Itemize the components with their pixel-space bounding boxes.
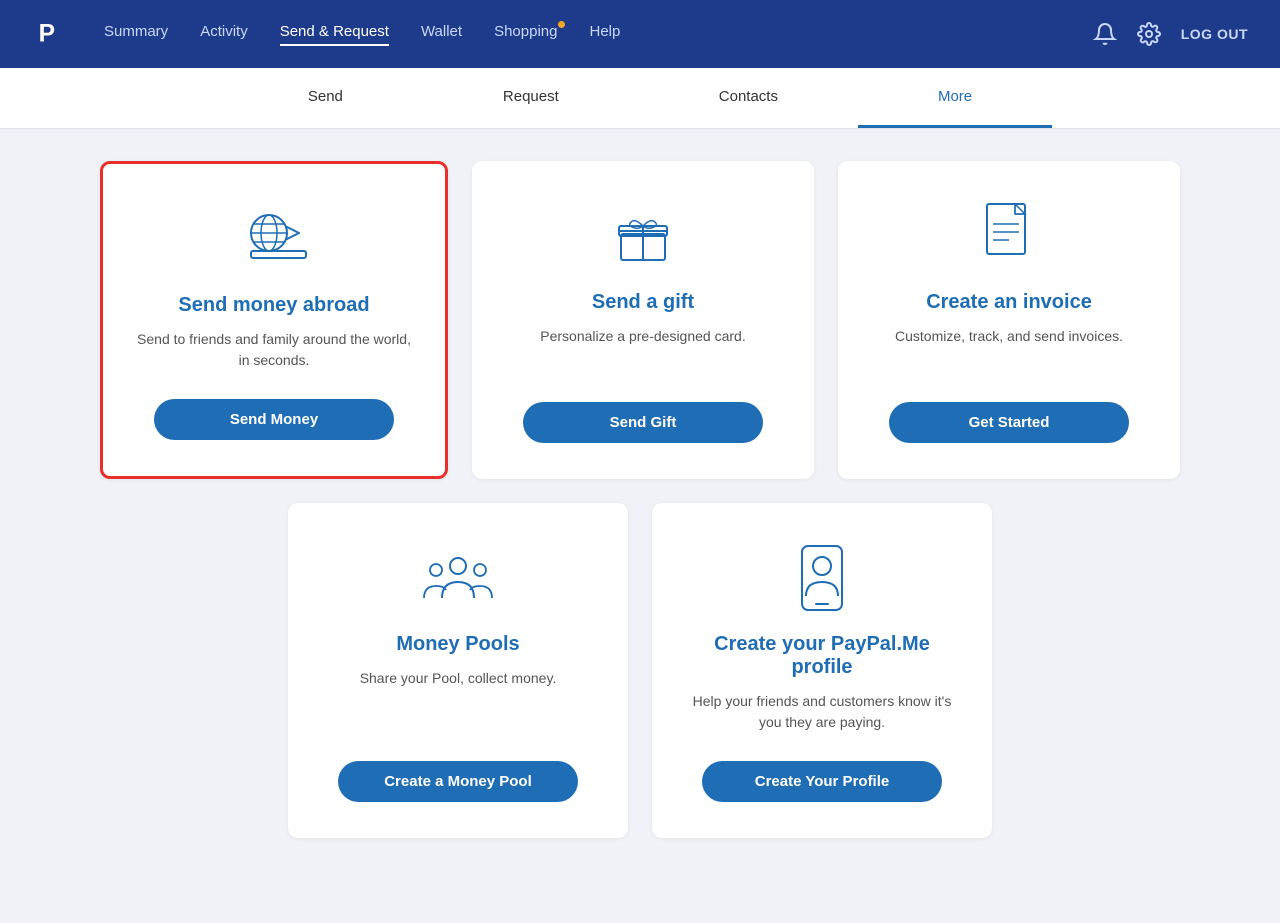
nav-help[interactable]: Help <box>589 23 620 46</box>
nav-summary[interactable]: Summary <box>104 23 168 46</box>
paypalme-icon <box>796 543 848 613</box>
cards-row-2: Money Pools Share your Pool, collect mon… <box>100 503 1180 838</box>
send-money-button[interactable]: Send Money <box>154 399 394 440</box>
top-navigation: P Summary Activity Send & Request Wallet… <box>0 0 1280 68</box>
create-invoice-icon <box>981 201 1037 271</box>
svg-text:P: P <box>39 20 55 47</box>
create-invoice-title: Create an invoice <box>926 291 1092 314</box>
send-gift-button[interactable]: Send Gift <box>523 402 763 443</box>
card-create-invoice: Create an invoice Customize, track, and … <box>838 161 1180 479</box>
nav-send-request[interactable]: Send & Request <box>280 23 389 46</box>
money-pools-title: Money Pools <box>396 633 519 656</box>
sub-nav-send[interactable]: Send <box>228 68 423 128</box>
nav-wallet[interactable]: Wallet <box>421 23 462 46</box>
card-send-gift: Send a gift Personalize a pre-designed c… <box>472 161 814 479</box>
send-money-abroad-icon <box>239 204 309 274</box>
nav-activity[interactable]: Activity <box>200 23 248 46</box>
send-gift-icon <box>611 201 675 271</box>
create-your-profile-button[interactable]: Create Your Profile <box>702 761 942 802</box>
money-pools-desc: Share your Pool, collect money. <box>360 668 557 733</box>
main-content: Send money abroad Send to friends and fa… <box>0 129 1280 923</box>
send-gift-desc: Personalize a pre-designed card. <box>540 326 745 374</box>
logout-button[interactable]: LOG OUT <box>1181 26 1248 42</box>
send-gift-title: Send a gift <box>592 291 694 314</box>
nav-right-controls: LOG OUT <box>1093 22 1248 46</box>
sub-nav-contacts[interactable]: Contacts <box>639 68 858 128</box>
card-money-pools: Money Pools Share your Pool, collect mon… <box>288 503 628 838</box>
card-paypalme: Create your PayPal.Me profile Help your … <box>652 503 992 838</box>
nav-shopping[interactable]: Shopping <box>494 23 557 46</box>
paypalme-desc: Help your friends and customers know it'… <box>682 691 962 733</box>
send-money-abroad-desc: Send to friends and family around the wo… <box>133 329 415 371</box>
card-send-money-abroad: Send money abroad Send to friends and fa… <box>100 161 448 479</box>
create-invoice-desc: Customize, track, and send invoices. <box>895 326 1123 374</box>
main-nav-links: Summary Activity Send & Request Wallet S… <box>104 23 1093 46</box>
paypal-logo[interactable]: P <box>32 14 68 55</box>
get-started-button[interactable]: Get Started <box>889 402 1129 443</box>
paypalme-title: Create your PayPal.Me profile <box>682 633 962 679</box>
create-money-pool-button[interactable]: Create a Money Pool <box>338 761 578 802</box>
sub-navigation: Send Request Contacts More <box>0 68 1280 129</box>
cards-row-1: Send money abroad Send to friends and fa… <box>100 161 1180 479</box>
notifications-button[interactable] <box>1093 22 1117 46</box>
settings-button[interactable] <box>1137 22 1161 46</box>
money-pools-icon <box>422 543 494 613</box>
sub-nav-more[interactable]: More <box>858 68 1052 128</box>
sub-nav-request[interactable]: Request <box>423 68 639 128</box>
send-money-abroad-title: Send money abroad <box>178 294 369 317</box>
